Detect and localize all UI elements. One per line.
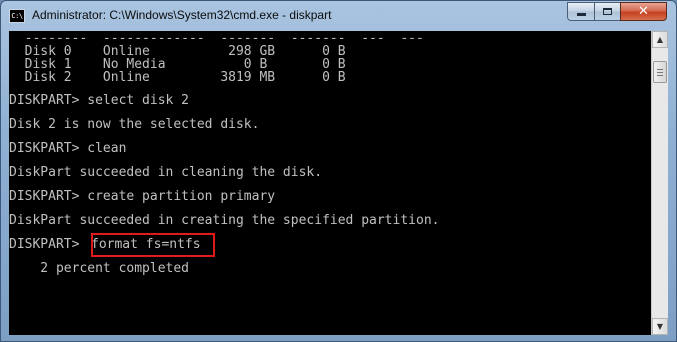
console-line: Disk 2 is now the selected disk.	[9, 117, 260, 132]
console-line: DISKPART> clean	[9, 141, 127, 156]
close-button[interactable]: ✕	[620, 2, 667, 21]
scrollbar-thumb[interactable]	[653, 61, 667, 83]
maximize-icon	[603, 8, 612, 15]
console-line: DISKPART> select disk 2	[9, 93, 190, 108]
scroll-down-arrow-icon: ▼	[656, 322, 664, 331]
close-icon: ✕	[638, 4, 649, 19]
grip-line	[657, 75, 663, 76]
minimize-icon	[576, 13, 586, 16]
title-bar[interactable]: C:\ Administrator: C:\Windows\System32\c…	[1, 1, 676, 31]
disk-row: Disk 2 Online 3819 MB 0 B	[9, 70, 346, 85]
scroll-up-button[interactable]: ▲	[652, 31, 668, 48]
console-prompt: DISKPART>	[9, 237, 88, 252]
command-highlight-box	[91, 233, 215, 257]
console-line: DISKPART> create partition primary	[9, 189, 276, 204]
scroll-down-button[interactable]: ▼	[652, 318, 668, 335]
console-line: DiskPart succeeded in creating the speci…	[9, 213, 440, 228]
console-line: DiskPart succeeded in cleaning the disk.	[9, 165, 323, 180]
minimize-button[interactable]	[567, 2, 595, 21]
cmd-icon[interactable]: C:\	[9, 9, 25, 23]
maximize-button[interactable]	[594, 2, 621, 21]
window-title: Administrator: C:\Windows\System32\cmd.e…	[32, 8, 332, 22]
vertical-scrollbar[interactable]: ▲ ▼	[651, 31, 668, 335]
progress-line: 2 percent completed	[9, 261, 190, 276]
grip-line	[657, 69, 663, 70]
grip-line	[657, 72, 663, 73]
cmd-window: C:\ Administrator: C:\Windows\System32\c…	[0, 0, 677, 342]
scroll-up-arrow-icon: ▲	[656, 35, 664, 44]
console-output[interactable]: -------- ------------- ------- ------- -…	[9, 31, 651, 335]
